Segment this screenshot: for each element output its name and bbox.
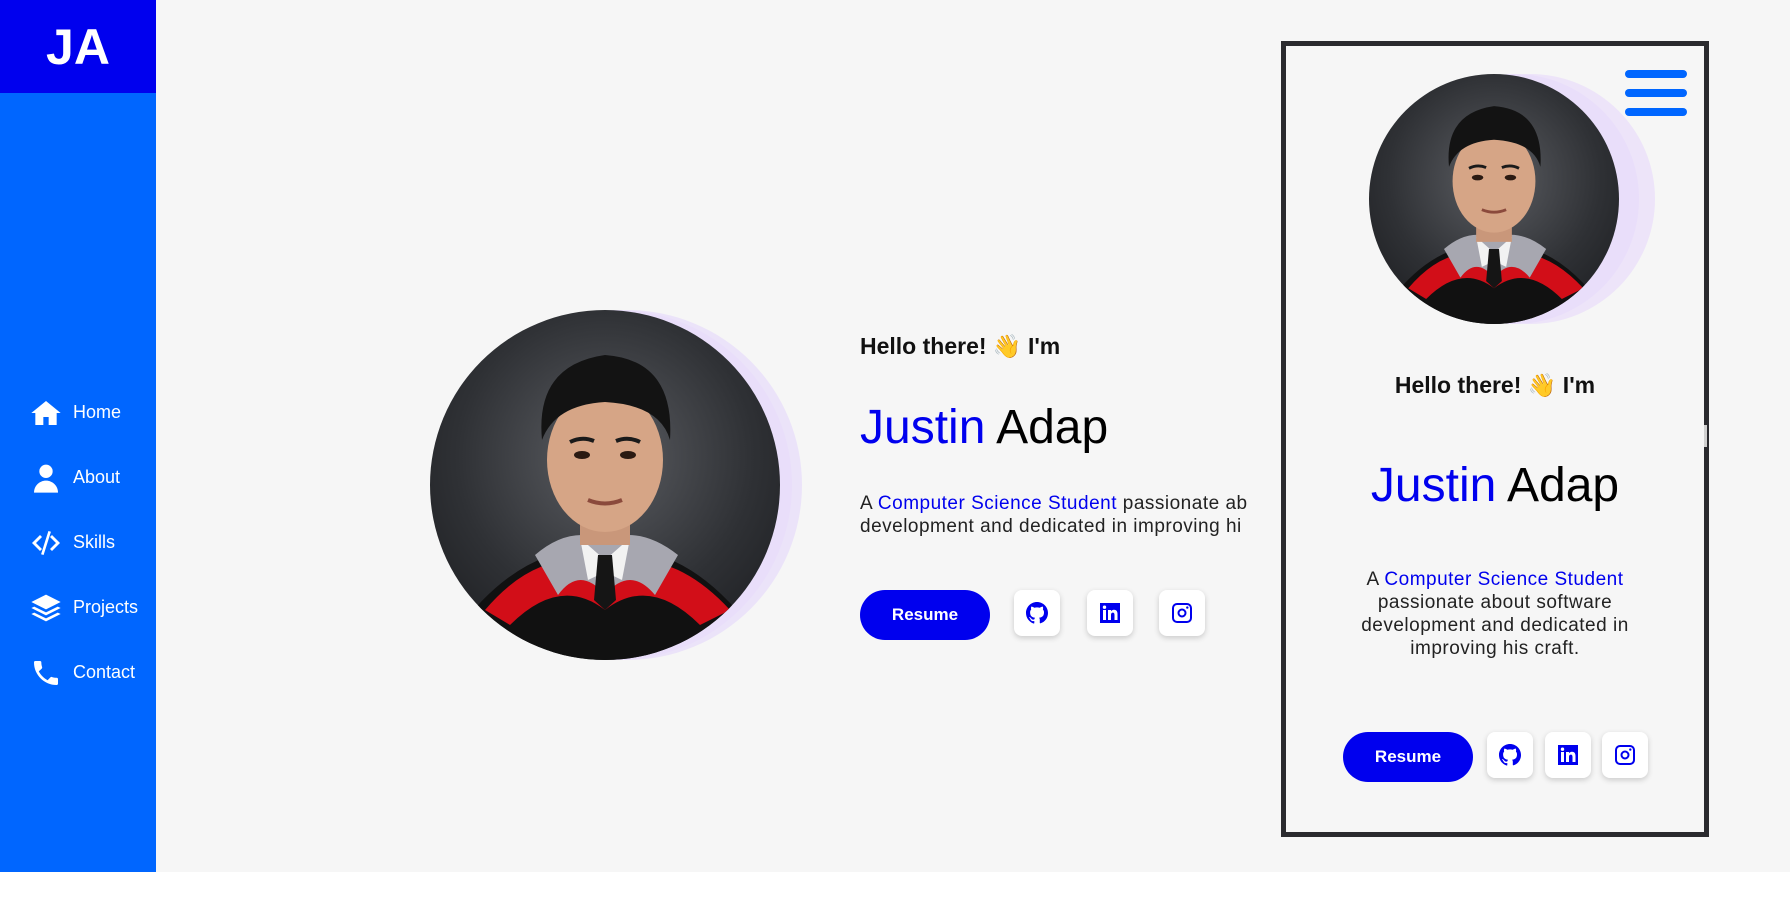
user-icon bbox=[34, 464, 58, 493]
sidebar-item-label: About bbox=[73, 467, 121, 487]
home-icon bbox=[31, 400, 61, 425]
last-name: Adap bbox=[996, 401, 1109, 454]
instagram-link[interactable] bbox=[1159, 590, 1205, 636]
sidebar-item-label: Projects bbox=[73, 597, 139, 617]
desc-highlight: Computer Science Student bbox=[877, 493, 1117, 514]
sidebar-nav: Home About Skills Projects Contact bbox=[30, 380, 138, 705]
mobile-resume-button[interactable]: Resume bbox=[1343, 732, 1473, 782]
mobile-github-link[interactable] bbox=[1487, 732, 1533, 778]
linkedin-icon bbox=[1558, 745, 1578, 765]
sidebar-item-projects[interactable]: Projects bbox=[30, 575, 138, 640]
logo[interactable]: JA bbox=[0, 0, 156, 93]
desc-rest: passionate ab bbox=[1116, 493, 1248, 514]
resize-handle[interactable] bbox=[1704, 425, 1707, 447]
mobile-greeting: Hello there! 👋 I'm bbox=[1394, 372, 1596, 398]
mobile-linkedin-link[interactable] bbox=[1545, 732, 1591, 778]
sidebar-item-contact[interactable]: Contact bbox=[30, 640, 138, 705]
mobile-hero-name: Justin Adap bbox=[1286, 458, 1704, 513]
first-name: Justin bbox=[1370, 459, 1497, 512]
sidebar-item-about[interactable]: About bbox=[30, 445, 138, 510]
linkedin-icon bbox=[1100, 603, 1120, 623]
sidebar-item-label: Skills bbox=[73, 532, 116, 552]
hamburger-menu-icon[interactable] bbox=[1625, 70, 1687, 116]
layers-icon bbox=[31, 594, 61, 621]
first-name: Justin bbox=[860, 401, 986, 454]
linkedin-link[interactable] bbox=[1087, 590, 1133, 636]
greeting: Hello there! 👋 I'm bbox=[860, 333, 1061, 359]
sidebar-item-skills[interactable]: Skills bbox=[30, 510, 138, 575]
instagram-icon bbox=[1172, 603, 1192, 623]
mobile-instagram-link[interactable] bbox=[1602, 732, 1648, 778]
last-name: Adap bbox=[1506, 459, 1620, 512]
mobile-description: A Computer Science Student passionate ab… bbox=[1340, 568, 1650, 660]
sidebar: JA Home About Skills Projects Contact bbox=[0, 0, 156, 872]
resume-button[interactable]: Resume bbox=[860, 590, 990, 640]
desc-highlight: Computer Science Student bbox=[1384, 569, 1624, 590]
desc-prefix: A bbox=[1366, 569, 1385, 590]
code-icon bbox=[32, 530, 60, 555]
github-icon bbox=[1026, 602, 1048, 624]
sidebar-item-home[interactable]: Home bbox=[30, 380, 138, 445]
desc-line2: development and dedicated in improving h… bbox=[860, 516, 1242, 537]
desc-prefix: A bbox=[860, 493, 878, 514]
instagram-icon bbox=[1615, 745, 1635, 765]
github-icon bbox=[1499, 744, 1521, 766]
profile-photo bbox=[430, 310, 802, 660]
hero-description: A Computer Science Student passionate ab… bbox=[860, 492, 1280, 538]
sidebar-item-label: Contact bbox=[73, 662, 136, 682]
hero-name: Justin Adap bbox=[860, 400, 1108, 455]
desc-rest: passionate about software development an… bbox=[1361, 592, 1629, 659]
portrait-illustration bbox=[1383, 106, 1605, 324]
portrait-illustration bbox=[450, 355, 760, 660]
github-link[interactable] bbox=[1014, 590, 1060, 636]
phone-icon bbox=[34, 660, 58, 685]
mobile-preview: Hello there! 👋 I'm Justin Adap A Compute… bbox=[1281, 41, 1709, 837]
sidebar-item-label: Home bbox=[73, 402, 122, 422]
mobile-profile-photo bbox=[1369, 74, 1655, 324]
